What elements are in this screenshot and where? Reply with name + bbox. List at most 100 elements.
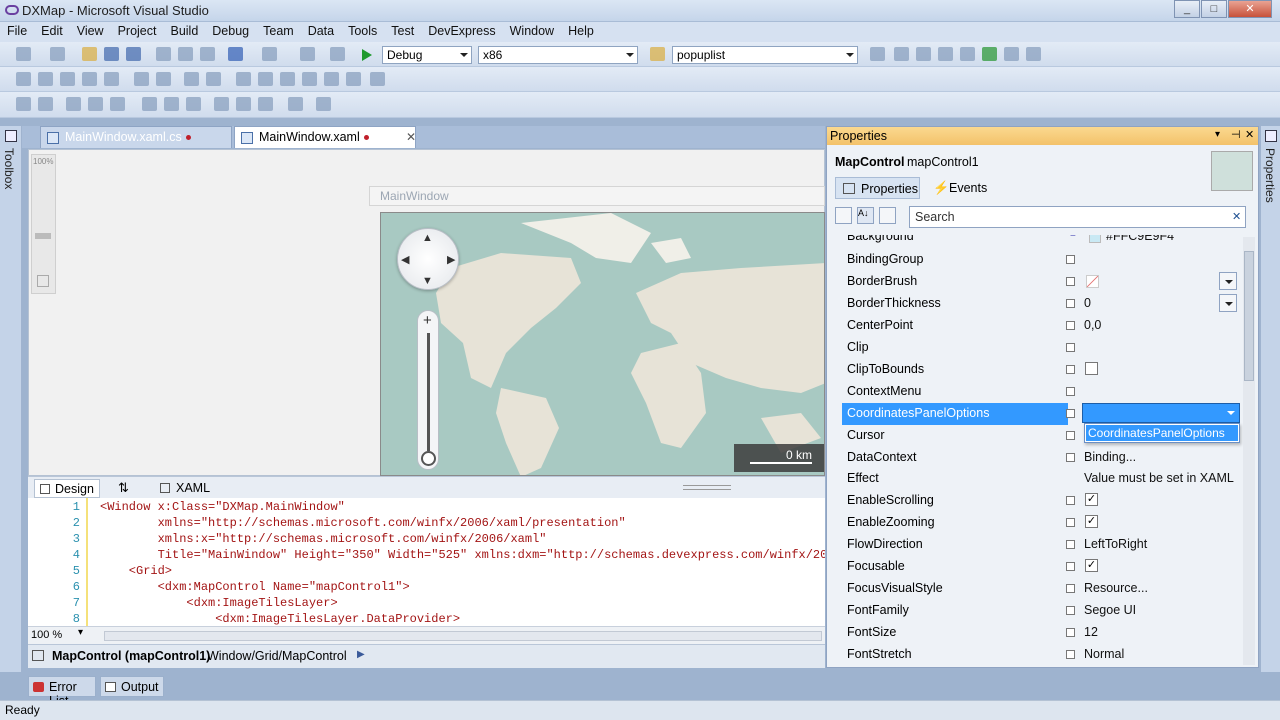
cliptobounds-checkbox[interactable] bbox=[1085, 362, 1098, 375]
make-same-height-icon[interactable] bbox=[214, 97, 229, 111]
toolbar-options-icon[interactable] bbox=[1026, 47, 1041, 61]
property-marker-icon[interactable] bbox=[1066, 562, 1075, 571]
enablescrolling-checkbox[interactable]: ✓ bbox=[1085, 493, 1098, 506]
menu-test[interactable]: Test bbox=[384, 22, 421, 38]
solution-explorer-icon[interactable] bbox=[870, 47, 885, 61]
property-value[interactable]: 12 bbox=[1084, 625, 1098, 639]
object-browser-icon[interactable] bbox=[916, 47, 931, 61]
extension-manager-icon[interactable] bbox=[960, 47, 975, 61]
display-quick-info-icon[interactable] bbox=[60, 72, 75, 86]
zoom-in-icon[interactable]: + bbox=[423, 312, 432, 329]
save-icon[interactable] bbox=[104, 47, 119, 61]
property-marker-icon[interactable] bbox=[1066, 606, 1075, 615]
property-row[interactable]: FontFamily Segoe UI bbox=[842, 600, 1242, 622]
start-debugging-icon[interactable] bbox=[362, 49, 372, 61]
property-row[interactable]: FontStretch Normal bbox=[842, 644, 1242, 666]
add-item-icon[interactable] bbox=[50, 47, 65, 61]
focusable-checkbox[interactable]: ✓ bbox=[1085, 559, 1098, 572]
navigate-backward-icon[interactable] bbox=[300, 47, 315, 61]
align-bottoms-icon[interactable] bbox=[164, 97, 179, 111]
property-value[interactable]: LeftToRight bbox=[1084, 537, 1147, 551]
property-marker-icon[interactable] bbox=[1066, 387, 1075, 396]
property-row[interactable]: EnableScrolling ✓ bbox=[842, 490, 1242, 512]
property-value[interactable]: Normal bbox=[1084, 647, 1124, 661]
align-rights-icon[interactable] bbox=[88, 97, 103, 111]
code-line[interactable]: <dxm:MapControl Name="mapControl1"> bbox=[100, 580, 410, 594]
property-value[interactable]: Binding... bbox=[1084, 450, 1136, 464]
align-centers-icon[interactable] bbox=[66, 97, 81, 111]
chevron-down-icon[interactable] bbox=[1219, 294, 1237, 312]
maximize-button[interactable]: □ bbox=[1201, 0, 1227, 18]
horizontal-scrollbar[interactable] bbox=[104, 631, 822, 641]
tab-xaml[interactable]: XAML bbox=[156, 479, 216, 498]
menu-debug[interactable]: Debug bbox=[205, 22, 256, 38]
menu-data[interactable]: Data bbox=[301, 22, 341, 38]
menu-project[interactable]: Project bbox=[111, 22, 164, 38]
menu-view[interactable]: View bbox=[70, 22, 111, 38]
save-all-icon[interactable] bbox=[126, 47, 141, 61]
window-position-icon[interactable]: ▾ bbox=[1215, 129, 1220, 140]
command-window-icon[interactable] bbox=[1004, 47, 1019, 61]
property-marker-icon[interactable] bbox=[1066, 409, 1075, 418]
property-marker-icon[interactable] bbox=[1066, 299, 1075, 308]
property-grid[interactable]: Background ≡ #FFC9E9F4 BindingGroup Border… bbox=[827, 235, 1258, 667]
next-bookmark-in-folder-icon[interactable] bbox=[302, 72, 317, 86]
menu-build[interactable]: Build bbox=[163, 22, 205, 38]
pan-down-icon[interactable]: ▼ bbox=[422, 275, 433, 287]
property-marker-icon[interactable] bbox=[1066, 540, 1075, 549]
chevron-down-icon[interactable] bbox=[1219, 272, 1237, 290]
start-page-icon[interactable] bbox=[982, 47, 997, 61]
zoom-thumb-icon[interactable] bbox=[421, 451, 436, 466]
filter-icon[interactable] bbox=[879, 207, 896, 224]
paste-icon[interactable] bbox=[200, 47, 215, 61]
map-zoom-panel[interactable]: + bbox=[417, 310, 439, 470]
swap-panes-icon[interactable]: ⇅ bbox=[118, 480, 129, 496]
tab-properties[interactable]: Properties bbox=[835, 177, 920, 199]
redo-icon[interactable] bbox=[262, 47, 277, 61]
previous-bookmark-in-document-icon[interactable] bbox=[324, 72, 339, 86]
document-outline-icon[interactable] bbox=[32, 650, 44, 661]
align-tops-icon[interactable] bbox=[110, 97, 125, 111]
copy-icon[interactable] bbox=[178, 47, 193, 61]
code-line[interactable]: <Window x:Class="DXMap.MainWindow" bbox=[100, 500, 345, 514]
property-value[interactable]: #FFC9E9F4 bbox=[1106, 235, 1174, 243]
toggle-bookmark-icon[interactable] bbox=[206, 72, 221, 86]
align-lefts-icon[interactable] bbox=[16, 97, 31, 111]
menu-help[interactable]: Help bbox=[561, 22, 601, 38]
minimize-button[interactable]: _ bbox=[1174, 0, 1200, 18]
tab-events[interactable]: ⚡ Events bbox=[927, 177, 997, 199]
tab-error-list[interactable]: Error List bbox=[28, 676, 96, 708]
previous-bookmark-icon[interactable] bbox=[236, 72, 251, 86]
splitter-grip[interactable] bbox=[683, 485, 731, 490]
increase-indent-icon[interactable] bbox=[134, 72, 149, 86]
property-row[interactable]: BorderBrush bbox=[842, 271, 1242, 293]
decrease-indent-icon[interactable] bbox=[104, 72, 119, 86]
property-row[interactable]: FontSize 12 bbox=[842, 622, 1242, 644]
property-value[interactable]: 0 bbox=[1084, 296, 1091, 310]
property-row[interactable]: Focusable ✓ bbox=[842, 556, 1242, 578]
property-marker-icon[interactable] bbox=[1066, 255, 1075, 264]
chevron-down-icon[interactable]: ▾ bbox=[78, 627, 83, 638]
editor-zoom-select[interactable]: 100 % bbox=[31, 629, 62, 641]
property-row[interactable]: ContextMenu bbox=[842, 381, 1242, 403]
property-value[interactable]: Resource... bbox=[1084, 581, 1148, 595]
property-marker-icon[interactable] bbox=[1066, 496, 1075, 505]
solution-configuration-select[interactable]: Debug bbox=[382, 46, 472, 64]
designer-zoom-slider[interactable]: 100% bbox=[31, 154, 56, 294]
dropdown-option[interactable]: CoordinatesPanelOptions bbox=[1086, 425, 1238, 441]
enablezooming-checkbox[interactable]: ✓ bbox=[1085, 515, 1098, 528]
property-marker-icon[interactable] bbox=[1066, 518, 1075, 527]
send-to-back-icon[interactable] bbox=[316, 97, 331, 111]
coordinatespaneloptions-select[interactable] bbox=[1082, 403, 1240, 423]
clear-bookmarks-icon[interactable] bbox=[370, 72, 385, 86]
uncomment-icon[interactable] bbox=[184, 72, 199, 86]
breadcrumb-arrow-icon[interactable]: ▶ bbox=[357, 649, 365, 660]
code-line[interactable]: Title="MainWindow" Height="350" Width="5… bbox=[100, 548, 825, 562]
property-marker-icon[interactable] bbox=[1066, 431, 1075, 440]
next-bookmark-in-document-icon[interactable] bbox=[346, 72, 361, 86]
property-row[interactable]: FocusVisualStyle Resource... bbox=[842, 578, 1242, 600]
pan-up-icon[interactable]: ▲ bbox=[422, 232, 433, 244]
code-line[interactable]: <Grid> bbox=[100, 564, 172, 578]
scroll-thumb[interactable] bbox=[1244, 251, 1254, 381]
properties-strip[interactable]: Properties bbox=[1260, 126, 1280, 672]
